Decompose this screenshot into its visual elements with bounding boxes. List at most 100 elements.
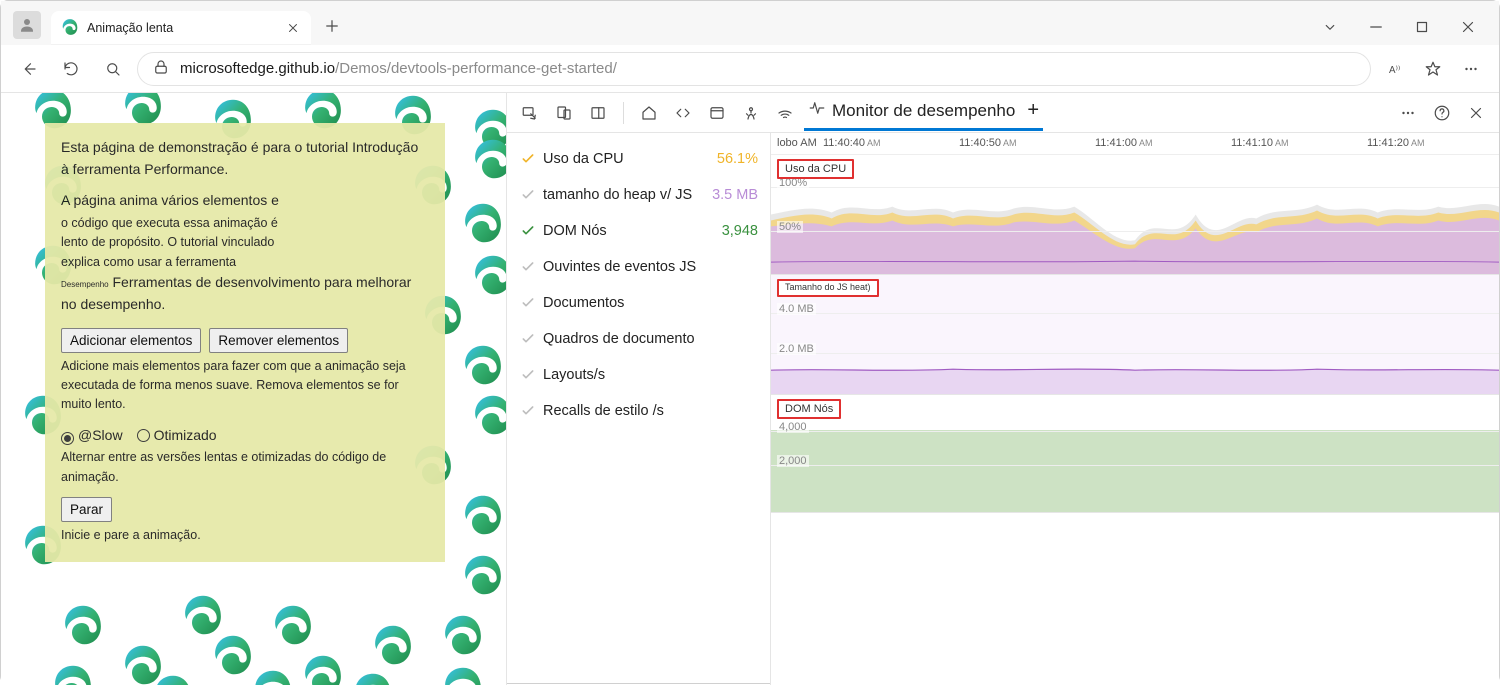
metric-row[interactable]: Documentos: [519, 285, 758, 321]
inspect-element-icon[interactable]: [515, 98, 545, 128]
intro-line: explica como usar a ferramenta: [61, 253, 429, 272]
url-domain: microsoftedge.github.io: [180, 60, 335, 77]
add-elements-button[interactable]: Adicionar elementos: [61, 328, 201, 353]
tab-title: Animação lenta: [87, 21, 277, 35]
address-bar[interactable]: microsoftedge.github.io/Demos/devtools-p…: [137, 52, 1371, 86]
metric-label: Recalls de estilo /s: [543, 403, 758, 419]
elements-tab-icon[interactable]: [668, 98, 698, 128]
address-toolbar: microsoftedge.github.io/Demos/devtools-p…: [1, 45, 1499, 93]
edge-logo-icon: [461, 343, 505, 387]
sources-tab-icon[interactable]: [702, 98, 732, 128]
minimize-button[interactable]: [1353, 11, 1399, 43]
maximize-button[interactable]: [1399, 11, 1445, 43]
dom-grid-2000: 2,000: [777, 455, 809, 467]
dom-chart: DOM Nós 4,000 2,000: [771, 395, 1499, 513]
edge-logo-icon: [461, 553, 505, 597]
performance-monitor-body: Uso da CPU56.1%tamanho do heap v/ JS3.5 …: [507, 133, 1499, 685]
metric-list: Uso da CPU56.1%tamanho do heap v/ JS3.5 …: [507, 133, 771, 685]
metric-checkbox-icon[interactable]: [519, 186, 537, 204]
intro-tiny: Desempenho: [61, 280, 109, 289]
metric-row[interactable]: Quadros de documento: [519, 321, 758, 357]
edge-logo-icon: [471, 137, 507, 181]
network-conditions-icon[interactable]: [770, 98, 800, 128]
edge-logo-icon: [121, 93, 165, 127]
devtools-help-icon[interactable]: [1427, 98, 1457, 128]
charts-area: lobo AM 11:40:40AM11:40:50AM11:41:00AM11…: [771, 133, 1499, 685]
devtools-more-icon[interactable]: [1393, 98, 1423, 128]
metric-row[interactable]: Layouts/s: [519, 357, 758, 393]
cpu-chart-label: Uso da CPU: [777, 159, 854, 179]
metric-row[interactable]: DOM Nós3,948: [519, 213, 758, 249]
performance-monitor-tab[interactable]: Monitor de desempenho +: [804, 95, 1043, 131]
metric-label: Layouts/s: [543, 367, 758, 383]
demo-info-panel: Esta página de demonstração é para o tut…: [45, 123, 445, 562]
tab-actions-button[interactable]: [1307, 11, 1353, 43]
read-aloud-button[interactable]: A⁾⁾: [1377, 51, 1413, 87]
metric-checkbox-icon[interactable]: [519, 330, 537, 348]
back-button[interactable]: [11, 51, 47, 87]
cpu-grid-50: 50%: [777, 221, 803, 233]
metric-checkbox-icon[interactable]: [519, 150, 537, 168]
stop-button[interactable]: Parar: [61, 497, 112, 522]
edge-logo-icon: [211, 633, 255, 677]
content: Esta página de demonstração é para o tut…: [1, 93, 1499, 685]
time-lead: lobo AM: [771, 133, 819, 154]
metric-checkbox-icon[interactable]: [519, 258, 537, 276]
heap-grid-2: 2.0 MB: [777, 343, 816, 355]
metric-checkbox-icon[interactable]: [519, 294, 537, 312]
edge-logo-icon: [181, 593, 225, 637]
profile-button[interactable]: [13, 11, 41, 39]
add-remove-help: Adicione mais elementos para fazer com q…: [61, 357, 429, 415]
metric-label: Ouvintes de eventos JS: [543, 259, 758, 275]
edge-logo-icon: [441, 613, 485, 657]
new-tab-button[interactable]: [317, 11, 347, 41]
url-text: microsoftedge.github.io/Demos/devtools-p…: [180, 60, 617, 77]
metric-checkbox-icon[interactable]: [519, 402, 537, 420]
intro-line: o código que executa essa animação é: [61, 214, 429, 233]
favorite-button[interactable]: [1415, 51, 1451, 87]
metric-row[interactable]: Recalls de estilo /s: [519, 393, 758, 429]
refresh-button[interactable]: [53, 51, 89, 87]
svg-text:A⁾⁾: A⁾⁾: [1389, 64, 1400, 75]
dom-chart-label: DOM Nós: [777, 399, 841, 419]
time-axis: lobo AM 11:40:40AM11:40:50AM11:41:00AM11…: [771, 133, 1499, 155]
dom-area: [771, 430, 1499, 512]
browser-tab[interactable]: Animação lenta: [51, 11, 311, 45]
device-emulation-icon[interactable]: [549, 98, 579, 128]
metric-label: DOM Nós: [543, 223, 722, 239]
edge-logo-icon: [251, 668, 295, 685]
metric-row[interactable]: Uso da CPU56.1%: [519, 141, 758, 177]
remove-elements-button[interactable]: Remover elementos: [209, 328, 348, 353]
welcome-tab-icon[interactable]: [634, 98, 664, 128]
radio-optimized[interactable]: Otimizado: [137, 425, 217, 447]
intro-paragraph-1: Esta página de demonstração é para o tut…: [61, 137, 429, 180]
close-window-button[interactable]: [1445, 11, 1491, 43]
window-controls: [1307, 11, 1491, 45]
edge-logo-icon: [301, 653, 345, 685]
metric-checkbox-icon[interactable]: [519, 366, 537, 384]
site-identity-icon[interactable]: [152, 58, 170, 80]
metric-row[interactable]: tamanho do heap v/ JS3.5 MB: [519, 177, 758, 213]
intro-line: lento de propósito. O tutorial vinculado: [61, 233, 429, 252]
tab-close-button[interactable]: [285, 20, 301, 36]
edge-logo-icon: [151, 673, 195, 685]
application-tab-icon[interactable]: [736, 98, 766, 128]
dock-side-icon[interactable]: [583, 98, 613, 128]
search-button[interactable]: [95, 51, 131, 87]
intro-line: A página anima vários elementos e: [61, 190, 429, 212]
edge-logo-icon: [371, 623, 415, 667]
settings-more-button[interactable]: [1453, 51, 1489, 87]
devtools-close-icon[interactable]: [1461, 98, 1491, 128]
time-tick: 11:41:10AM: [1227, 133, 1363, 154]
edge-logo-icon: [271, 603, 315, 647]
metric-value: 56.1%: [717, 151, 758, 167]
time-tick: 11:40:40AM: [819, 133, 955, 154]
more-tabs-button[interactable]: +: [1021, 99, 1039, 122]
cpu-chart: Uso da CPU 100% 50%: [771, 155, 1499, 275]
metric-row[interactable]: Ouvintes de eventos JS: [519, 249, 758, 285]
edge-logo-icon: [351, 671, 395, 685]
metric-checkbox-icon[interactable]: [519, 222, 537, 240]
heap-chart: Tamanho do JS heat) 4.0 MB 2.0 MB: [771, 275, 1499, 395]
radio-help: Alternar entre as versões lentas e otimi…: [61, 448, 429, 487]
radio-slow[interactable]: @Slow: [61, 425, 123, 447]
